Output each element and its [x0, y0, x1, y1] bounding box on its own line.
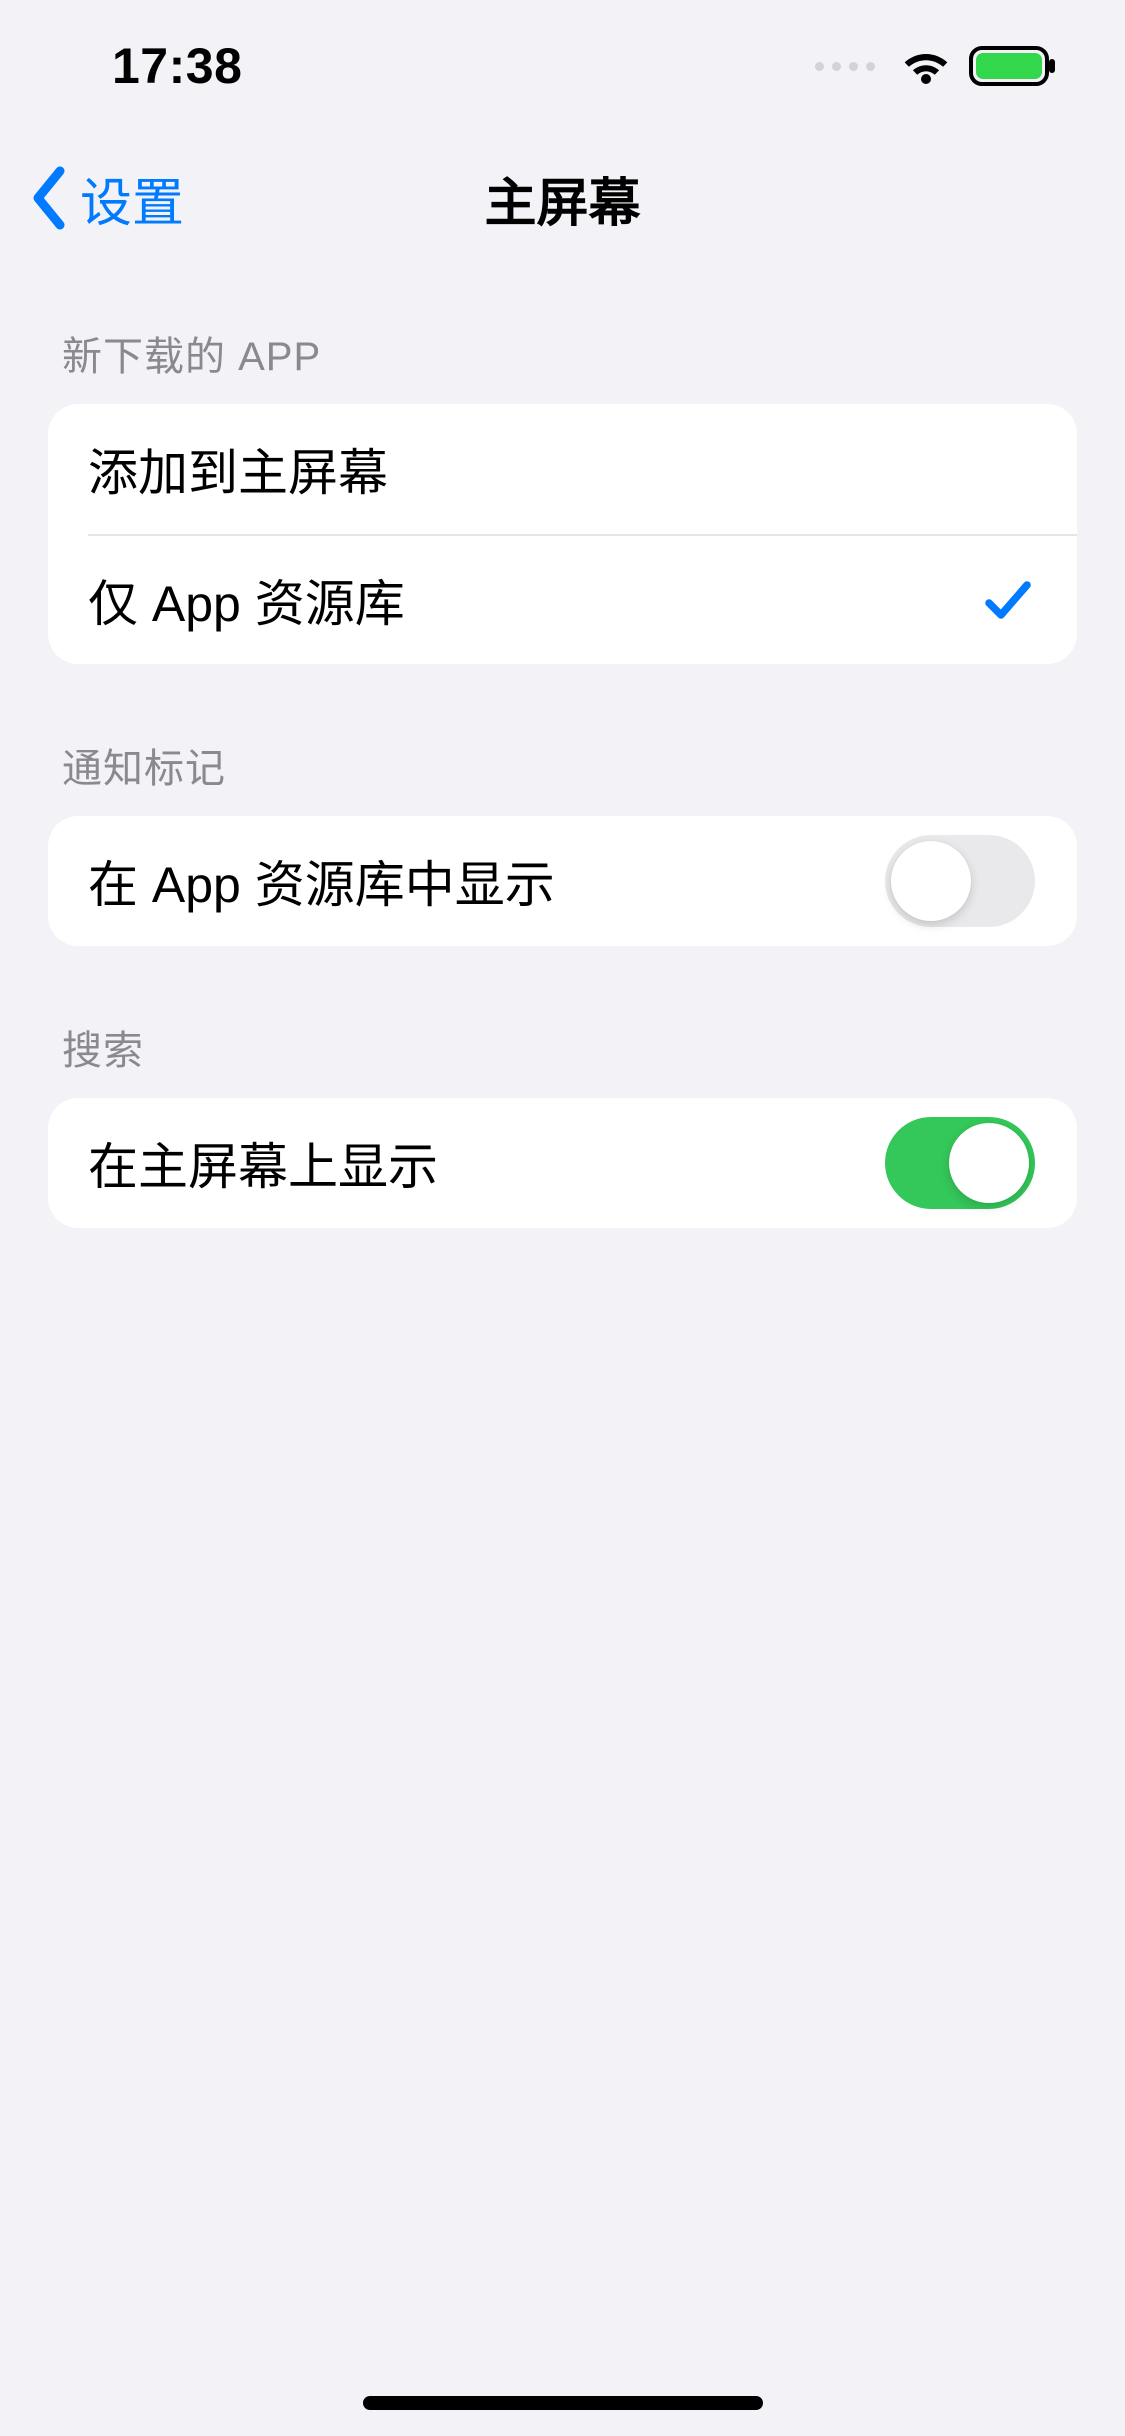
group-badges: 在 App 资源库中显示 — [48, 816, 1077, 946]
toggle-show-in-app-library[interactable] — [885, 835, 1035, 927]
toggle-label: 在 App 资源库中显示 — [88, 845, 555, 917]
option-label: 仅 App 资源库 — [88, 564, 405, 636]
section-badges: 通知标记 在 App 资源库中显示 — [48, 736, 1077, 946]
status-bar: 17:38 — [0, 0, 1125, 132]
option-add-to-home[interactable]: 添加到主屏幕 — [48, 404, 1077, 534]
section-header-search: 搜索 — [48, 1018, 1077, 1098]
option-label: 添加到主屏幕 — [88, 433, 388, 505]
group-search: 在主屏幕上显示 — [48, 1098, 1077, 1228]
checkmark-icon — [981, 573, 1035, 627]
battery-icon — [969, 45, 1057, 87]
back-button[interactable]: 设置 — [30, 161, 184, 236]
section-header-new-apps: 新下载的 APP — [48, 324, 1077, 404]
section-search: 搜索 在主屏幕上显示 — [48, 1018, 1077, 1228]
wifi-icon — [901, 47, 951, 85]
status-right — [815, 45, 1057, 87]
cellular-dots-icon — [815, 62, 875, 71]
toggle-show-on-home[interactable] — [885, 1117, 1035, 1209]
section-header-badges: 通知标记 — [48, 736, 1077, 816]
nav-bar: 设置 主屏幕 — [0, 132, 1125, 264]
back-label: 设置 — [80, 161, 184, 236]
status-time: 17:38 — [72, 37, 242, 95]
option-app-library-only[interactable]: 仅 App 资源库 — [88, 534, 1077, 664]
row-search-toggle: 在主屏幕上显示 — [48, 1098, 1077, 1228]
section-new-apps: 新下载的 APP 添加到主屏幕 仅 App 资源库 — [48, 324, 1077, 664]
chevron-left-icon — [30, 165, 68, 231]
row-badges-toggle: 在 App 资源库中显示 — [48, 816, 1077, 946]
group-new-apps: 添加到主屏幕 仅 App 资源库 — [48, 404, 1077, 664]
toggle-label: 在主屏幕上显示 — [88, 1127, 438, 1199]
home-indicator — [363, 2396, 763, 2410]
